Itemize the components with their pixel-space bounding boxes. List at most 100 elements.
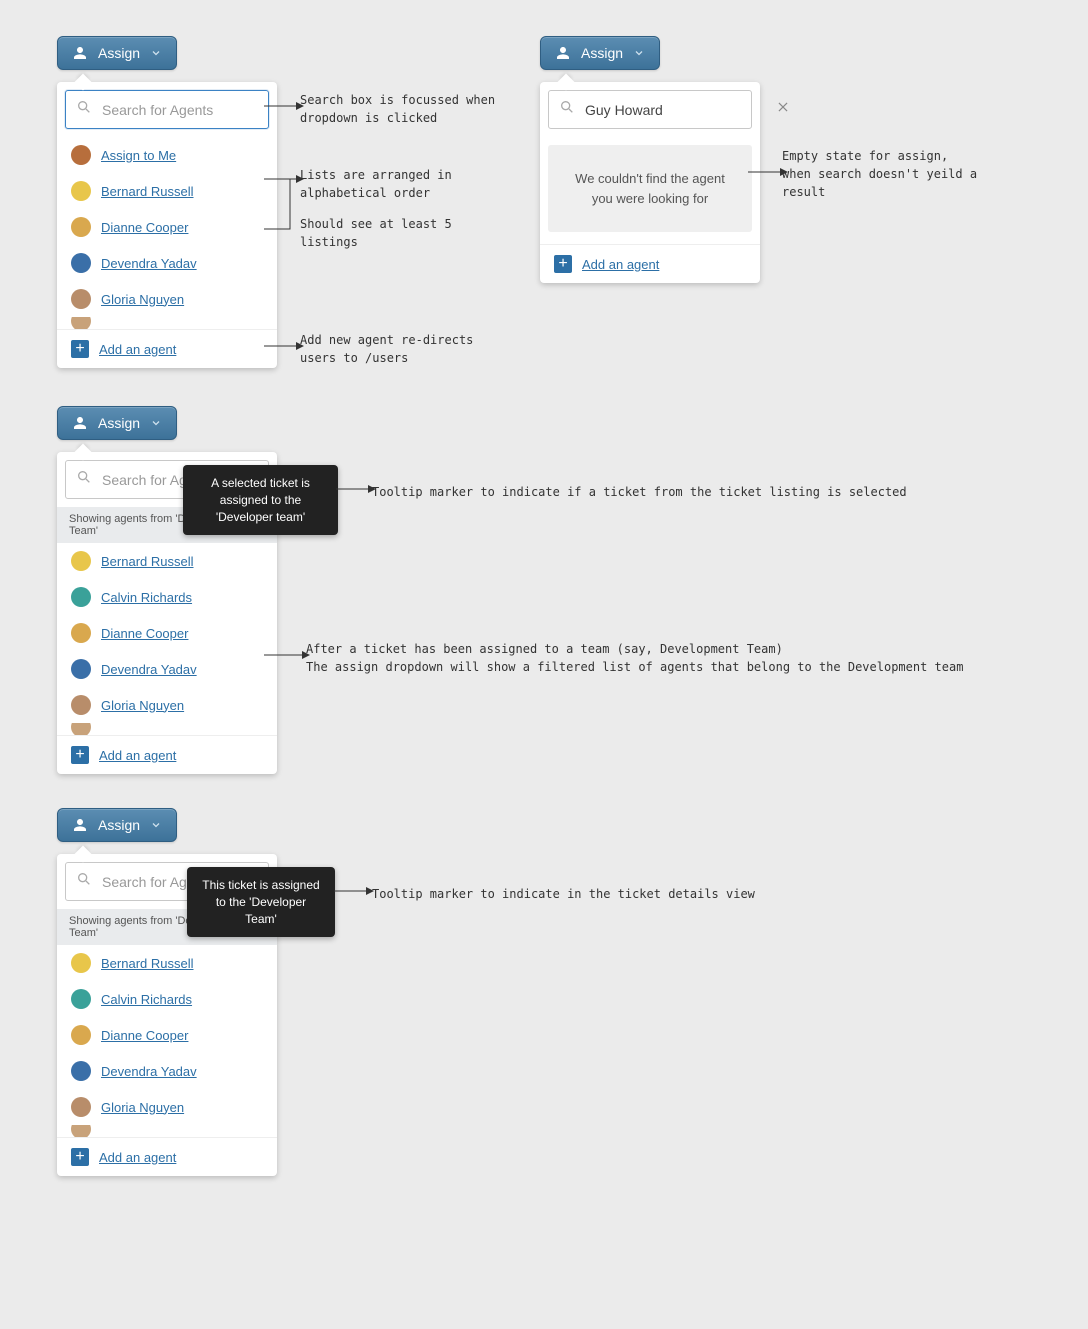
add-agent-row[interactable]: + Add an agent: [57, 735, 277, 774]
add-agent-link[interactable]: Add an agent: [99, 748, 176, 763]
agent-link[interactable]: Bernard Russell: [101, 956, 194, 971]
agent-item-cutoff: [57, 317, 277, 329]
plus-icon: +: [71, 1148, 89, 1166]
assign-button[interactable]: Assign: [540, 36, 660, 70]
agent-link[interactable]: Assign to Me: [101, 148, 176, 163]
avatar: [71, 1061, 91, 1081]
annotation: Empty state for assign,when search doesn…: [782, 147, 977, 201]
agent-link[interactable]: Calvin Richards: [101, 992, 192, 1007]
assign-label: Assign: [98, 45, 140, 61]
tooltip-ticket-listing: A selected ticket is assigned to the 'De…: [183, 465, 338, 535]
annotation: Lists are arranged inalphabetical order: [300, 166, 452, 202]
annotation: Tooltip marker to indicate in the ticket…: [372, 885, 755, 903]
person-icon: [555, 45, 571, 61]
assign-dropdown-empty: We couldn't find the agentyou were looki…: [540, 82, 760, 283]
annotation: Search box is focussed whendropdown is c…: [300, 91, 495, 127]
agent-link[interactable]: Gloria Nguyen: [101, 1100, 184, 1115]
agent-item[interactable]: Calvin Richards: [57, 579, 277, 615]
chevron-down-icon: [150, 819, 162, 831]
search-input[interactable]: [583, 101, 768, 119]
avatar: [71, 587, 91, 607]
agent-item[interactable]: Bernard Russell: [57, 173, 277, 209]
chevron-down-icon: [150, 417, 162, 429]
search-icon: [76, 99, 92, 120]
assign-label: Assign: [98, 817, 140, 833]
clear-icon[interactable]: [776, 100, 790, 119]
search-input[interactable]: [100, 101, 285, 119]
add-agent-row[interactable]: + Add an agent: [540, 244, 760, 283]
agent-item-cutoff: [57, 1125, 277, 1137]
agent-item-assign-to-me[interactable]: Assign to Me: [57, 137, 277, 173]
agent-link[interactable]: Gloria Nguyen: [101, 292, 184, 307]
person-icon: [72, 45, 88, 61]
agent-item[interactable]: Devendra Yadav: [57, 1053, 277, 1089]
assign-label: Assign: [98, 415, 140, 431]
agent-list: Bernard Russell Calvin Richards Dianne C…: [57, 945, 277, 1137]
agent-link[interactable]: Devendra Yadav: [101, 662, 197, 677]
annotation: Add new agent re-directsusers to /users: [300, 331, 473, 367]
agent-list: Assign to Me Bernard Russell Dianne Coop…: [57, 137, 277, 329]
agent-link[interactable]: Dianne Cooper: [101, 1028, 188, 1043]
chevron-down-icon: [150, 47, 162, 59]
avatar: [71, 289, 91, 309]
avatar: [71, 1025, 91, 1045]
agent-item[interactable]: Dianne Cooper: [57, 1017, 277, 1053]
avatar: [71, 217, 91, 237]
avatar: [71, 551, 91, 571]
annotation: Should see at least 5listings: [300, 215, 452, 251]
chevron-down-icon: [633, 47, 645, 59]
add-agent-link[interactable]: Add an agent: [582, 257, 659, 272]
assign-label: Assign: [581, 45, 623, 61]
search-icon: [76, 871, 92, 892]
person-icon: [72, 817, 88, 833]
agent-item[interactable]: Dianne Cooper: [57, 615, 277, 651]
annotation: Tooltip marker to indicate if a ticket f…: [372, 483, 907, 501]
plus-icon: +: [554, 255, 572, 273]
agent-item[interactable]: Dianne Cooper: [57, 209, 277, 245]
search-box[interactable]: [65, 90, 269, 129]
avatar: [71, 181, 91, 201]
assign-button[interactable]: Assign: [57, 808, 177, 842]
agent-item[interactable]: Bernard Russell: [57, 945, 277, 981]
annotation: After a ticket has been assigned to a te…: [306, 640, 963, 676]
add-agent-row[interactable]: + Add an agent: [57, 1137, 277, 1176]
agent-item-cutoff: [57, 723, 277, 735]
agent-list: Bernard Russell Calvin Richards Dianne C…: [57, 543, 277, 735]
plus-icon: +: [71, 746, 89, 764]
agent-item[interactable]: Bernard Russell: [57, 543, 277, 579]
agent-item[interactable]: Gloria Nguyen: [57, 1089, 277, 1125]
assign-button[interactable]: Assign: [57, 36, 177, 70]
avatar: [71, 953, 91, 973]
agent-link[interactable]: Dianne Cooper: [101, 220, 188, 235]
avatar: [71, 623, 91, 643]
add-agent-link[interactable]: Add an agent: [99, 342, 176, 357]
agent-item[interactable]: Calvin Richards: [57, 981, 277, 1017]
agent-link[interactable]: Calvin Richards: [101, 590, 192, 605]
agent-link[interactable]: Devendra Yadav: [101, 256, 197, 271]
add-agent-link[interactable]: Add an agent: [99, 1150, 176, 1165]
avatar: [71, 253, 91, 273]
avatar: [71, 659, 91, 679]
agent-item[interactable]: Devendra Yadav: [57, 651, 277, 687]
assign-button[interactable]: Assign: [57, 406, 177, 440]
plus-icon: +: [71, 340, 89, 358]
avatar: [71, 145, 91, 165]
assign-dropdown: Assign to Me Bernard Russell Dianne Coop…: [57, 82, 277, 368]
agent-item[interactable]: Gloria Nguyen: [57, 281, 277, 317]
agent-link[interactable]: Dianne Cooper: [101, 626, 188, 641]
tooltip-ticket-details: This ticket is assigned to the 'Develope…: [187, 867, 335, 937]
add-agent-row[interactable]: + Add an agent: [57, 329, 277, 368]
agent-link[interactable]: Devendra Yadav: [101, 1064, 197, 1079]
avatar: [71, 1097, 91, 1117]
agent-link[interactable]: Bernard Russell: [101, 554, 194, 569]
search-icon: [559, 99, 575, 120]
person-icon: [72, 415, 88, 431]
agent-item[interactable]: Devendra Yadav: [57, 245, 277, 281]
search-icon: [76, 469, 92, 490]
avatar: [71, 989, 91, 1009]
search-box[interactable]: [548, 90, 752, 129]
agent-link[interactable]: Gloria Nguyen: [101, 698, 184, 713]
agent-item[interactable]: Gloria Nguyen: [57, 687, 277, 723]
agent-link[interactable]: Bernard Russell: [101, 184, 194, 199]
avatar: [71, 695, 91, 715]
